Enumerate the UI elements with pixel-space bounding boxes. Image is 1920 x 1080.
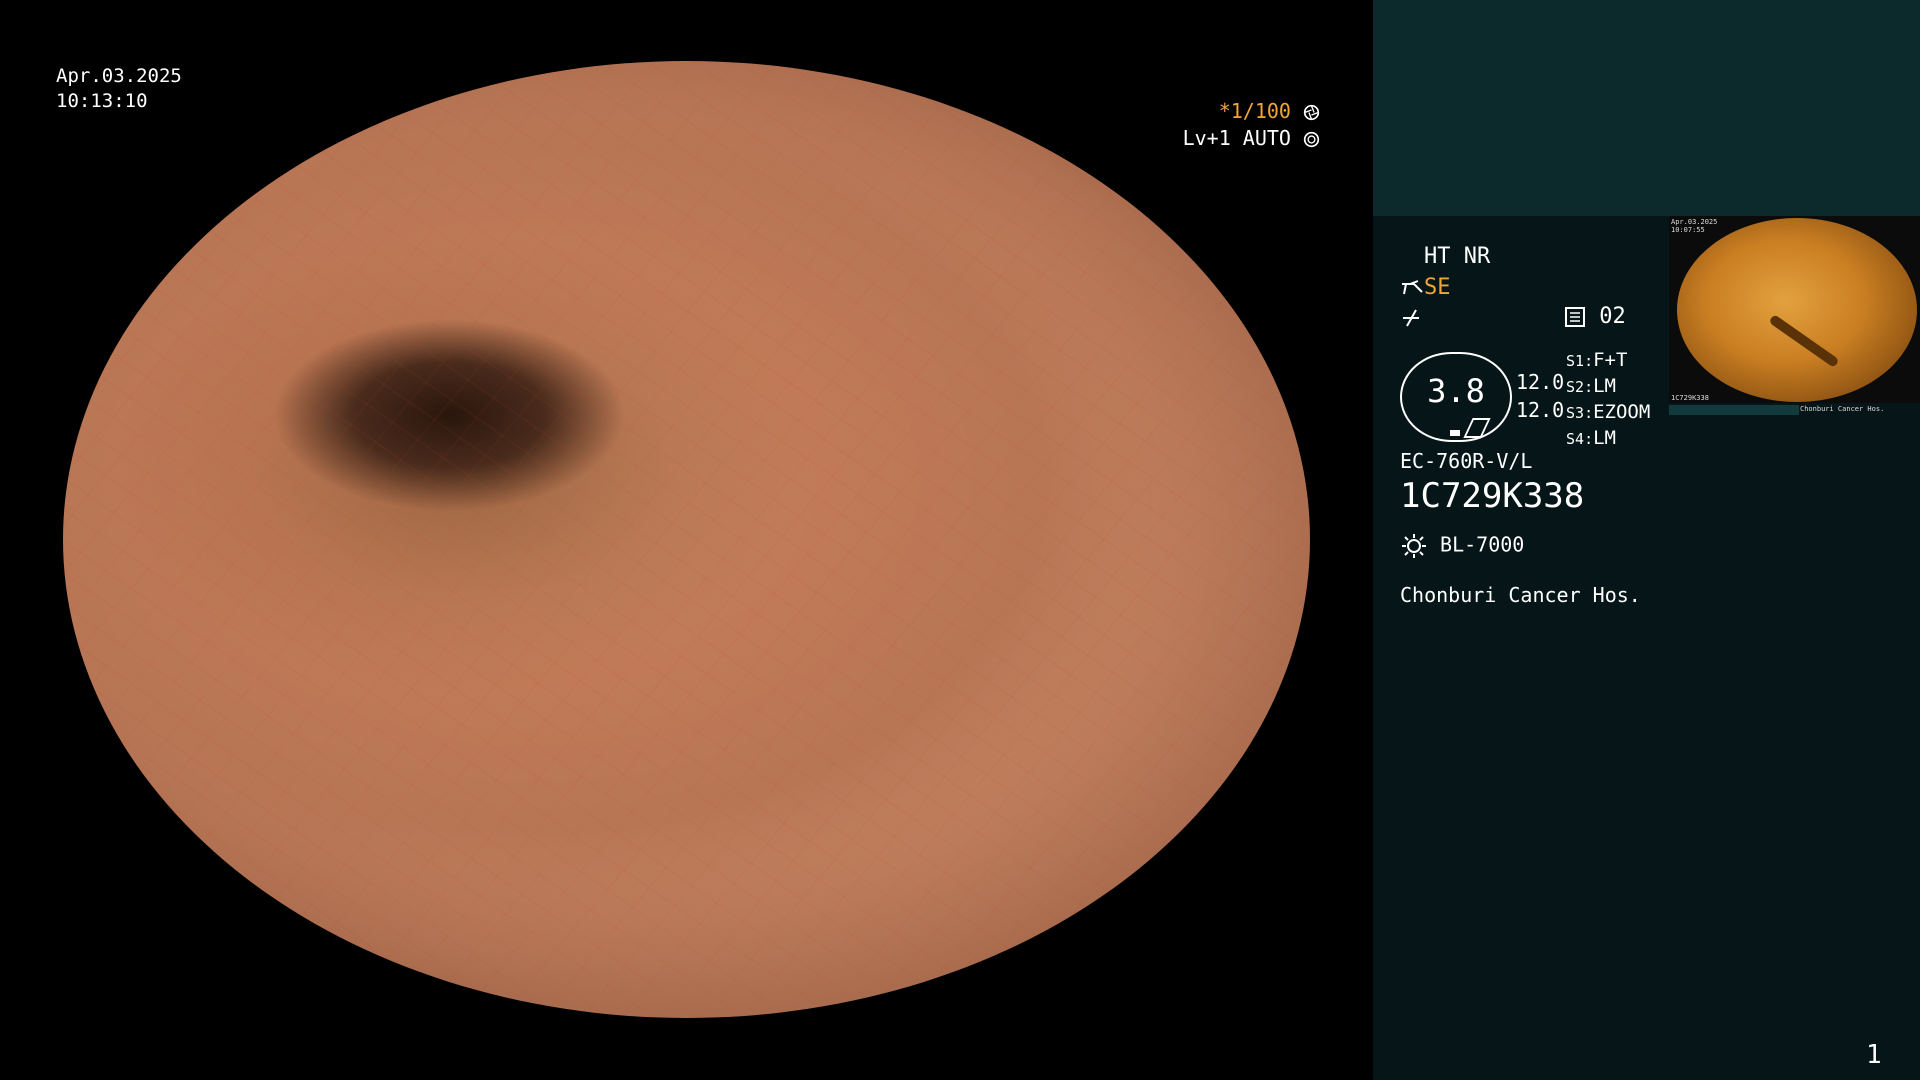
thumbnail-date: Apr.03.2025	[1671, 218, 1718, 226]
switch-row: S4:LM	[1566, 427, 1616, 449]
switch-list: S1:F+T S2:LM S3:EZOOM S4:LM	[1566, 348, 1650, 452]
scope-model: EC-760R-V/L	[1400, 449, 1533, 473]
date-text: Apr.03.2025	[56, 65, 182, 87]
lightning-icon	[1403, 309, 1419, 327]
switch-value: LM	[1593, 375, 1616, 397]
light-source-row: BL-7000	[1400, 532, 1524, 560]
aperture-icon	[1303, 104, 1320, 121]
light-source-text: BL-7000	[1440, 532, 1525, 557]
ring-lower: 12.0	[1516, 398, 1565, 422]
switch-value: EZOOM	[1593, 401, 1651, 423]
memory-icon	[1565, 307, 1585, 327]
enhance-row: SE	[1400, 275, 1451, 300]
level-text: Lv+1 AUTO	[1182, 126, 1291, 150]
reference-thumbnail[interactable]: Apr.03.2025 10:07:55 1C729K338	[1669, 216, 1920, 403]
ring-value: 3.8	[1427, 372, 1485, 410]
ring-upper: 12.0	[1516, 370, 1565, 394]
lightning-row	[1400, 305, 1422, 330]
time-text: 10:13:10	[56, 90, 148, 112]
image-crop-top	[0, 0, 1373, 61]
serial-number: 1C729K338	[1400, 476, 1585, 516]
panel-top-area	[1373, 0, 1920, 216]
switch-value: F+T	[1593, 349, 1628, 371]
switch-key: S2	[1566, 378, 1585, 396]
switch-key: S4	[1566, 430, 1585, 448]
thumbnail-bar	[1669, 405, 1799, 415]
image-crop-bottom	[0, 1018, 1373, 1080]
thumbnail-serial: 1C729K338	[1671, 394, 1709, 402]
endoscope-video-area: Apr.03.2025 10:13:10 *1/100 Lv+1 AUTO	[0, 0, 1373, 1080]
ring-flag	[1463, 418, 1491, 438]
endoscopic-image	[63, 61, 1310, 1018]
thumbnail-image	[1677, 218, 1917, 402]
light-source-icon	[1402, 534, 1426, 558]
mode-text: HT NR	[1424, 244, 1491, 269]
switch-row: S2:LM	[1566, 375, 1616, 397]
iris-icon	[1303, 131, 1320, 148]
switch-key: S3	[1566, 404, 1585, 422]
ring-marker	[1450, 430, 1460, 436]
switch-value: LM	[1593, 427, 1616, 449]
enhance-text: SE	[1424, 275, 1451, 300]
switch-row: S1:F+T	[1566, 349, 1628, 371]
shutter-text: *1/100	[1218, 99, 1291, 123]
scope-enhance-icon	[1402, 280, 1423, 295]
memory-row: 02	[1564, 304, 1626, 329]
switch-key: S1	[1566, 352, 1585, 370]
datetime-display: Apr.03.2025 10:13:10	[56, 64, 182, 114]
switch-row: S3:EZOOM	[1566, 401, 1651, 423]
exposure-status: *1/100 Lv+1 AUTO	[1180, 98, 1320, 152]
thumbnail-hospital: Chonburi Cancer Hos.	[1800, 405, 1885, 413]
memory-slot-text: 02	[1599, 304, 1626, 329]
thumbnail-time: 10:07:55	[1671, 226, 1705, 234]
ring-gauge: 3.8	[1400, 352, 1512, 442]
page-number: 1	[1866, 1040, 1882, 1070]
hospital-name: Chonburi Cancer Hos.	[1400, 583, 1641, 607]
